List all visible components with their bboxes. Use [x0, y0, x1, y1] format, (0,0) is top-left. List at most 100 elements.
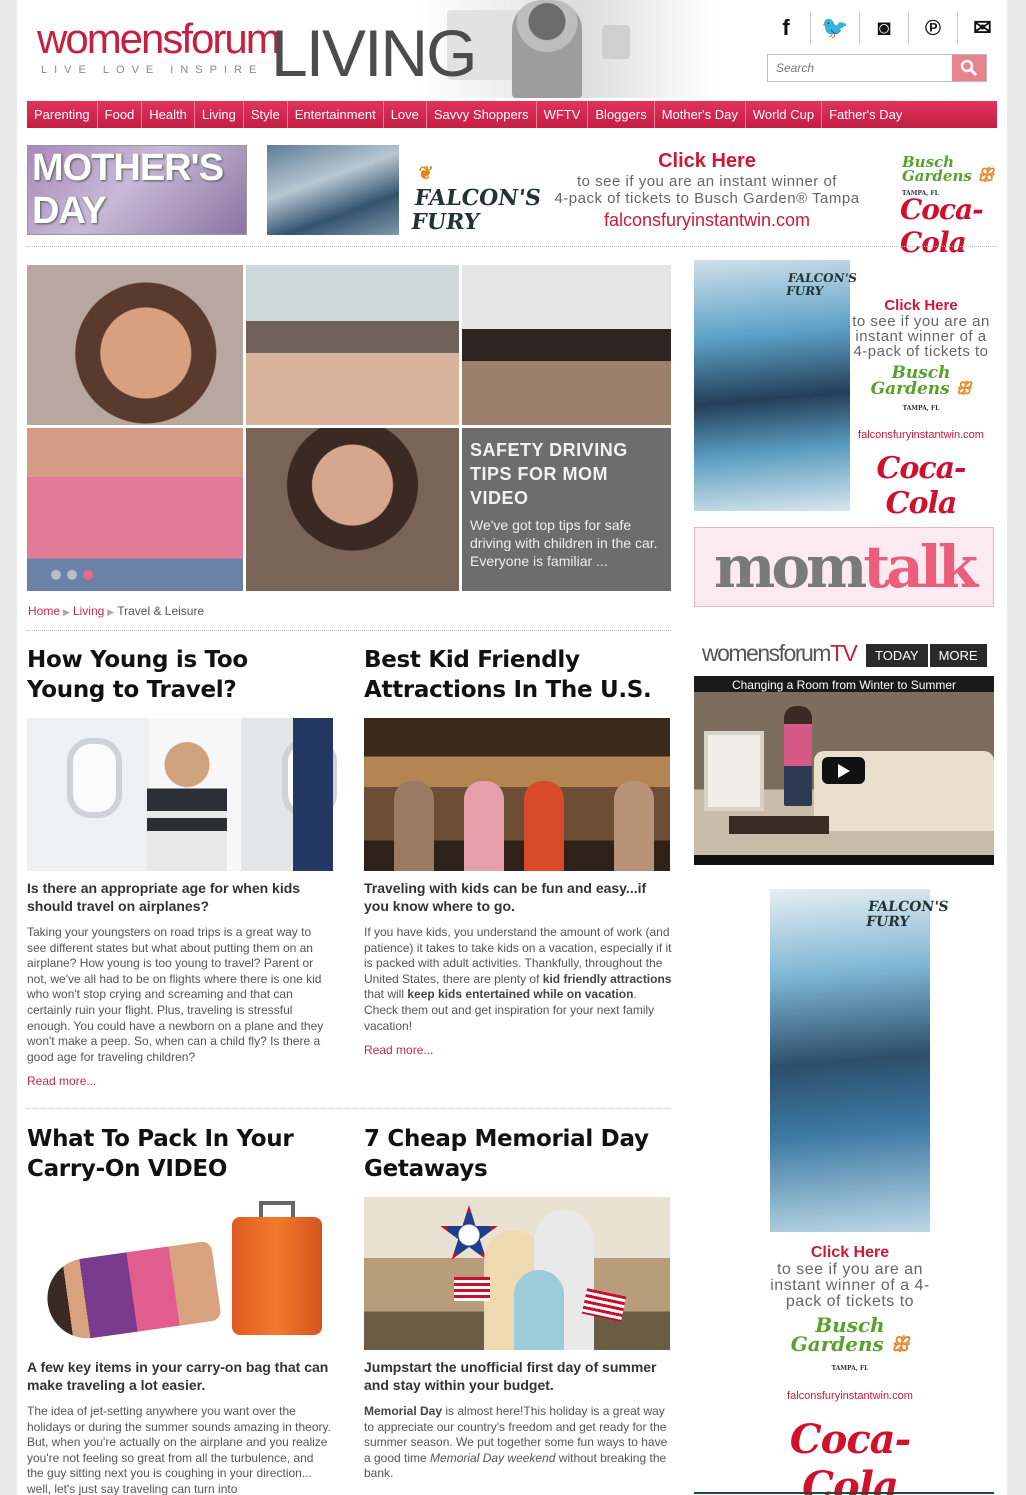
article-card: What To Pack In Your Carry-On VIDEO A fe… — [27, 1124, 333, 1495]
body-italic: Memorial Day weekend — [430, 1450, 556, 1465]
slide-dot-active[interactable] — [83, 570, 93, 580]
tab-more[interactable]: MORE — [929, 644, 987, 667]
search-box — [767, 54, 987, 82]
hero-caption[interactable]: SAFETY DRIVING TIPS FOR MOM VIDEO We've … — [462, 428, 671, 591]
article-card: How Young is Too Young to Travel? Is the… — [27, 645, 337, 1088]
sidebar-ad-image[interactable] — [770, 889, 930, 1232]
nav-item-style[interactable]: Style — [244, 101, 288, 128]
read-more-link[interactable]: Read more... — [27, 1074, 333, 1088]
ad-url-link[interactable]: falconsfuryinstantwin.com — [527, 210, 887, 231]
sidebar-ad-text: to see if you are an instant winner of a… — [852, 313, 990, 360]
hero-description: We've got top tips for safe driving with… — [470, 517, 658, 569]
nav-item-savvy-shoppers[interactable]: Savvy Shoppers — [427, 101, 537, 128]
article-image[interactable] — [364, 1197, 670, 1350]
search-button[interactable] — [952, 55, 986, 81]
video-player[interactable]: Changing a Room from Winter to Summer — [694, 676, 994, 865]
article-subtitle: Jumpstart the unofficial first day of su… — [364, 1359, 657, 1393]
person-shape — [524, 781, 564, 871]
tab-today[interactable]: TODAY — [866, 644, 928, 667]
facebook-icon[interactable]: f — [762, 12, 811, 44]
falcons-fury-ad-image[interactable] — [267, 145, 399, 235]
breadcrumb-living[interactable]: Living — [73, 604, 104, 618]
slide-dot[interactable] — [67, 570, 77, 580]
nav-item-fathers-day[interactable]: Father's Day — [822, 101, 909, 128]
video-control-bar[interactable] — [694, 855, 994, 865]
play-icon[interactable] — [822, 757, 865, 784]
sidebar-ad-url[interactable]: falconsfuryinstantwin.com — [852, 429, 990, 441]
woman-reading-photo — [512, 0, 582, 98]
body-bold-link[interactable]: Memorial Day — [364, 1404, 442, 1418]
person-shape — [614, 781, 654, 871]
sidebar-ad-copy[interactable]: Click Here to see if you are an instant … — [770, 1244, 930, 1495]
ad-click-here[interactable]: Click Here — [527, 150, 887, 173]
nav-item-world-cup[interactable]: World Cup — [746, 101, 823, 128]
hero-slideshow[interactable]: SAFETY DRIVING TIPS FOR MOM VIDEO We've … — [27, 265, 671, 591]
divider — [27, 246, 997, 247]
breadcrumb-arrow-icon: ▶ — [63, 607, 70, 617]
site-logo[interactable]: womensforum LIVE LOVE INSPIRE — [37, 15, 281, 77]
article-body: Memorial Day is almost here!This holiday… — [364, 1404, 672, 1482]
breadcrumb-home[interactable]: Home — [28, 604, 60, 618]
nav-item-wftv[interactable]: WFTV — [537, 101, 589, 128]
hero-photo-tile — [462, 265, 671, 425]
wftv-logo-text: womensforum — [702, 640, 831, 666]
nav-item-living[interactable]: Living — [195, 101, 244, 128]
section-title: LIVING — [271, 16, 477, 90]
search-input[interactable] — [768, 55, 952, 81]
ff-line1: FALCON'S — [787, 271, 858, 285]
body-text: that will — [364, 987, 408, 1002]
nav-item-parenting[interactable]: Parenting — [27, 101, 98, 128]
slide-dot[interactable] — [51, 570, 61, 580]
article-title[interactable]: What To Pack In Your Carry-On VIDEO — [27, 1124, 333, 1184]
hero-title[interactable]: SAFETY DRIVING TIPS FOR MOM VIDEO — [470, 438, 663, 510]
mothers-day-banner[interactable]: MOTHER'S DAY — [27, 145, 247, 235]
butterfly-icon: ꕥ — [890, 1332, 910, 1356]
momtalk-banner[interactable]: mom talk — [694, 527, 994, 607]
nav-item-food[interactable]: Food — [98, 101, 143, 128]
breadcrumb: Home ▶ Living ▶ Travel & Leisure — [28, 604, 204, 618]
logo-wordmark: womensforum — [37, 15, 281, 62]
person-shape — [784, 706, 812, 806]
article-image[interactable] — [364, 718, 670, 871]
sidebar-click-here[interactable]: Click Here — [852, 297, 990, 314]
busch-gardens-logo: Busch Gardens ꕥ TAMPA, FL — [770, 1315, 930, 1378]
ff-line2: FURY — [864, 914, 911, 930]
article-title[interactable]: How Young is Too Young to Travel? — [27, 645, 333, 705]
twitter-icon[interactable]: 🐦 — [811, 12, 860, 44]
article-image[interactable] — [27, 1197, 333, 1350]
article-subtitle: A few key items in your carry-on bag tha… — [27, 1359, 329, 1393]
divider — [694, 1492, 994, 1494]
sidebar-click-here[interactable]: Click Here — [770, 1244, 930, 1262]
seat-shape — [293, 718, 333, 871]
falcons-fury-logo[interactable]: ❦ FALCON'S FURY — [409, 160, 542, 235]
butterfly-icon: ꕥ — [977, 165, 994, 186]
ff-line1: FALCON'S — [867, 899, 950, 915]
nav-item-health[interactable]: Health — [142, 101, 195, 128]
article-title[interactable]: Best Kid Friendly Attractions In The U.S… — [364, 645, 672, 705]
search-icon — [960, 59, 978, 77]
article-subtitle: Is there an appropriate age for when kid… — [27, 880, 301, 914]
nav-item-love[interactable]: Love — [384, 101, 427, 128]
body-bold-link[interactable]: keep kids entertained while on vacation — [407, 987, 633, 1001]
nav-item-bloggers[interactable]: Bloggers — [588, 101, 655, 128]
wftv-logo[interactable]: womensforumTV — [702, 640, 858, 666]
sidebar-ad-url[interactable]: falconsfuryinstantwin.com — [770, 1390, 930, 1402]
sidebar-ad-copy[interactable]: Click Here to see if you are an instant … — [852, 297, 990, 521]
article-image[interactable] — [27, 718, 337, 871]
nav-item-mothers-day[interactable]: Mother's Day — [655, 101, 746, 128]
pinterest-icon[interactable]: ℗ — [909, 12, 958, 44]
nav-item-entertainment[interactable]: Entertainment — [288, 101, 384, 128]
body-bold-link[interactable]: kid friendly attractions — [543, 972, 672, 986]
email-icon[interactable]: ✉ — [958, 12, 1007, 44]
video-title: Changing a Room from Winter to Summer — [731, 678, 957, 692]
read-more-link[interactable]: Read more... — [364, 1043, 672, 1057]
article-title[interactable]: 7 Cheap Memorial Day Getaways — [364, 1124, 672, 1184]
ff-logo-line1: FALCON'S — [412, 185, 543, 211]
instagram-icon[interactable]: ◙ — [860, 12, 909, 44]
busch-location: TAMPA, FL — [902, 405, 940, 412]
hero-photo-tile — [246, 428, 459, 591]
flag-shape — [454, 1277, 490, 1301]
article-subtitle: Traveling with kids can be fun and easy.… — [364, 880, 647, 914]
busch-ad-copy[interactable]: Click Here to see if you are an instant … — [527, 150, 887, 231]
article-card: 7 Cheap Memorial Day Getaways Jumpstart … — [364, 1124, 672, 1482]
